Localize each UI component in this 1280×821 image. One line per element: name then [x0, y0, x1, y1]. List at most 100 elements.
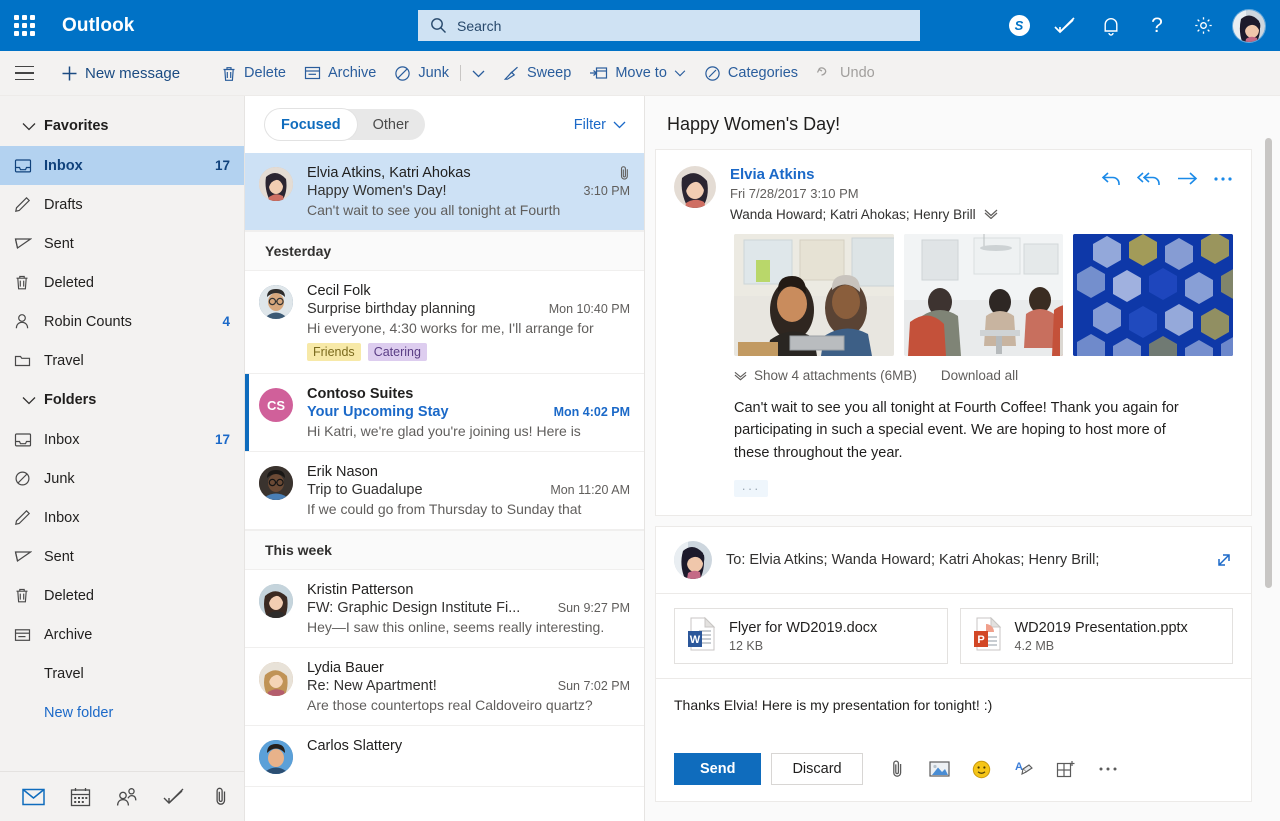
- inline-photo-women-laptop[interactable]: [734, 234, 894, 356]
- sidebar-item-folder-inbox[interactable]: Inbox 17: [0, 420, 244, 459]
- filter-button[interactable]: Filter: [574, 117, 626, 133]
- sidebar-item-robin-counts[interactable]: Robin Counts 4: [0, 302, 244, 341]
- sender-name[interactable]: Elvia Atkins: [730, 166, 1101, 183]
- toggle-folder-pane-icon[interactable]: [0, 51, 48, 95]
- list-item[interactable]: Carlos Slattery: [245, 726, 644, 787]
- insert-table-icon[interactable]: [1045, 753, 1087, 785]
- more-actions-icon[interactable]: [1213, 170, 1233, 188]
- search-input[interactable]: [457, 18, 887, 34]
- undo-button[interactable]: Undo: [807, 51, 884, 95]
- sidebar-item-folder-junk[interactable]: Junk: [0, 459, 244, 498]
- list-item-time: Mon 4:02 PM: [554, 405, 630, 419]
- list-item-subject: Happy Women's Day!: [307, 183, 447, 199]
- category-tag-friends[interactable]: Friends: [307, 343, 361, 361]
- user-avatar[interactable]: [1232, 9, 1266, 43]
- sidebar-item-drafts[interactable]: Drafts: [0, 185, 244, 224]
- people-icon[interactable]: [104, 772, 151, 821]
- skype-icon[interactable]: S: [996, 0, 1042, 51]
- reply-icon[interactable]: [1101, 170, 1123, 188]
- folders-label: Folders: [44, 392, 96, 408]
- list-item[interactable]: Elvia Atkins, Katri Ahokas Happy Women's…: [245, 153, 644, 231]
- inline-photo-meeting-room[interactable]: [904, 234, 1064, 356]
- new-message-button[interactable]: New message: [52, 51, 198, 95]
- sidebar-item-folder-travel[interactable]: Travel: [0, 654, 244, 693]
- list-item-subject: FW: Graphic Design Institute Fi...: [307, 600, 520, 616]
- move-to-button[interactable]: Move to: [580, 51, 695, 95]
- focused-other-pivot[interactable]: Focused Other: [265, 109, 425, 140]
- expand-compose-icon[interactable]: [1215, 551, 1233, 569]
- new-folder-button[interactable]: New folder: [0, 693, 244, 732]
- list-item[interactable]: Erik Nason Trip to Guadalupe Mon 11:20 A…: [245, 452, 644, 530]
- archive-button[interactable]: Archive: [295, 51, 385, 95]
- junk-button[interactable]: Junk: [385, 51, 458, 95]
- sidebar-item-folder-sent[interactable]: Sent: [0, 537, 244, 576]
- chevron-double-down-icon: [734, 371, 747, 381]
- sidebar-item-deleted[interactable]: Deleted: [0, 263, 244, 302]
- categories-button[interactable]: Categories: [695, 51, 807, 95]
- archive-label: Archive: [328, 65, 376, 81]
- list-item[interactable]: CS Contoso Suites Your Upcoming Stay Mon…: [245, 374, 644, 452]
- category-tag-catering[interactable]: Catering: [368, 343, 427, 361]
- avatar-initials-text: CS: [267, 398, 285, 413]
- tab-other[interactable]: Other: [357, 109, 425, 140]
- list-item-preview: Are those countertops real Caldoveiro qu…: [307, 697, 630, 713]
- date-group-header: Yesterday: [245, 231, 644, 271]
- compose-to-field[interactable]: To: Elvia Atkins; Wanda Howard; Katri Ah…: [726, 552, 1215, 568]
- junk-dropdown-button[interactable]: [463, 51, 494, 95]
- attach-paperclip-icon[interactable]: [877, 753, 919, 785]
- settings-gear-icon[interactable]: [1180, 0, 1226, 51]
- search-box[interactable]: [418, 10, 920, 41]
- sidebar-label: Sent: [44, 549, 230, 565]
- expand-quoted-text-button[interactable]: ···: [734, 480, 768, 497]
- files-paperclip-icon[interactable]: [197, 772, 244, 821]
- message-list-scroll[interactable]: Elvia Atkins, Katri Ahokas Happy Women's…: [245, 153, 644, 821]
- folders-group-header[interactable]: Folders: [0, 380, 244, 420]
- show-attachments-button[interactable]: Show 4 attachments (6MB): [734, 368, 917, 383]
- list-item-content: Elvia Atkins, Katri Ahokas Happy Women's…: [307, 165, 630, 218]
- sidebar-item-folder-deleted[interactable]: Deleted: [0, 576, 244, 615]
- list-item-row-subject: Trip to Guadalupe Mon 11:20 AM: [307, 482, 630, 498]
- show-attachments-label: Show 4 attachments (6MB): [754, 368, 917, 383]
- tab-focused[interactable]: Focused: [265, 109, 357, 140]
- attachment-item-powerpoint[interactable]: P WD2019 Presentation.pptx 4.2 MB: [960, 608, 1234, 664]
- sweep-button[interactable]: Sweep: [494, 51, 580, 95]
- list-item[interactable]: Cecil Folk Surprise birthday planning Mo…: [245, 271, 644, 374]
- calendar-icon[interactable]: [57, 772, 104, 821]
- reply-all-icon[interactable]: [1137, 170, 1163, 188]
- delete-button[interactable]: Delete: [212, 51, 295, 95]
- chevron-down-icon: [14, 122, 44, 131]
- tasks-icon[interactable]: [150, 772, 197, 821]
- more-options-icon[interactable]: [1087, 753, 1129, 785]
- undo-label: Undo: [840, 65, 875, 81]
- notifications-bell-icon[interactable]: [1088, 0, 1134, 51]
- compose-body-input[interactable]: Thanks Elvia! Here is my presentation fo…: [656, 679, 1251, 741]
- undo-arrow-icon: [816, 66, 833, 81]
- sidebar-item-sent[interactable]: Sent: [0, 224, 244, 263]
- insert-picture-icon[interactable]: [919, 753, 961, 785]
- sidebar-item-folder-drafts[interactable]: Inbox: [0, 498, 244, 537]
- download-all-button[interactable]: Download all: [941, 368, 1018, 383]
- reading-pane-scroll[interactable]: Elvia Atkins Fri 7/28/2017 3:10 PM Wanda…: [645, 149, 1280, 821]
- forward-arrow-icon[interactable]: [1177, 170, 1199, 188]
- signature-icon[interactable]: A: [1003, 753, 1045, 785]
- send-button[interactable]: Send: [674, 753, 761, 785]
- discard-button[interactable]: Discard: [771, 753, 862, 785]
- inline-photo-blue-hexagons[interactable]: [1073, 234, 1233, 356]
- app-launcher-waffle-icon[interactable]: [0, 0, 48, 51]
- sidebar-item-travel-fav[interactable]: Travel: [0, 341, 244, 380]
- list-item-row-sender: Carlos Slattery: [307, 738, 630, 754]
- sidebar-item-folder-archive[interactable]: Archive: [0, 615, 244, 654]
- mail-icon[interactable]: [10, 772, 57, 821]
- tasks-check-icon[interactable]: [1042, 0, 1088, 51]
- list-item[interactable]: Lydia Bauer Re: New Apartment! Sun 7:02 …: [245, 648, 644, 726]
- attachment-item-word[interactable]: W Flyer for WD2019.docx 12 KB: [674, 608, 948, 664]
- emoji-icon[interactable]: [961, 753, 1003, 785]
- expand-recipients-chevron-icon[interactable]: [984, 207, 998, 222]
- list-item[interactable]: Kristin Patterson FW: Graphic Design Ins…: [245, 570, 644, 648]
- sidebar-item-inbox-fav[interactable]: Inbox 17: [0, 146, 244, 185]
- list-item-row-subject: Re: New Apartment! Sun 7:02 PM: [307, 678, 630, 694]
- reading-pane-scrollbar[interactable]: [1265, 138, 1272, 588]
- favorites-group-header[interactable]: Favorites: [0, 106, 244, 146]
- help-icon[interactable]: ?: [1134, 0, 1180, 51]
- pencil-icon: [14, 196, 44, 213]
